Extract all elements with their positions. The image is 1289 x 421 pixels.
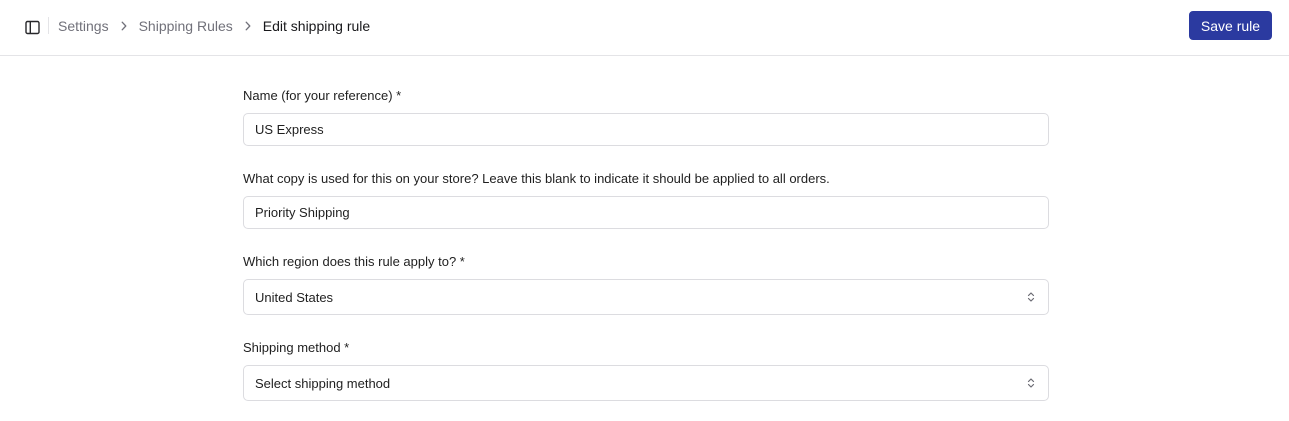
- region-select-value: United States: [255, 289, 334, 305]
- breadcrumb: Settings Shipping Rules Edit shipping ru…: [58, 0, 370, 51]
- chevron-up-down-icon: [1027, 291, 1035, 303]
- copy-input[interactable]: [243, 196, 1049, 229]
- top-bar: Settings Shipping Rules Edit shipping ru…: [0, 0, 1289, 56]
- shipping-method-label: Shipping method *: [243, 340, 350, 355]
- save-rule-button[interactable]: Save rule: [1189, 11, 1272, 40]
- copy-label: What copy is used for this on your store…: [243, 171, 830, 186]
- sidebar-toggle-icon[interactable]: [22, 17, 42, 37]
- name-label: Name (for your reference) *: [243, 88, 402, 103]
- breadcrumb-current-page: Edit shipping rule: [262, 17, 371, 34]
- shipping-method-select[interactable]: Select shipping method: [243, 365, 1049, 401]
- region-label: Which region does this rule apply to? *: [243, 254, 465, 269]
- chevron-up-down-icon: [1027, 377, 1035, 389]
- chevron-right-icon: [109, 21, 139, 31]
- breadcrumb-settings[interactable]: Settings: [58, 18, 109, 34]
- name-input[interactable]: [243, 113, 1049, 146]
- toolbar-divider: [48, 17, 49, 34]
- breadcrumb-shipping-rules[interactable]: Shipping Rules: [139, 18, 233, 34]
- chevron-right-icon: [233, 21, 263, 31]
- shipping-method-select-value: Select shipping method: [255, 375, 391, 391]
- region-select[interactable]: United States: [243, 279, 1049, 315]
